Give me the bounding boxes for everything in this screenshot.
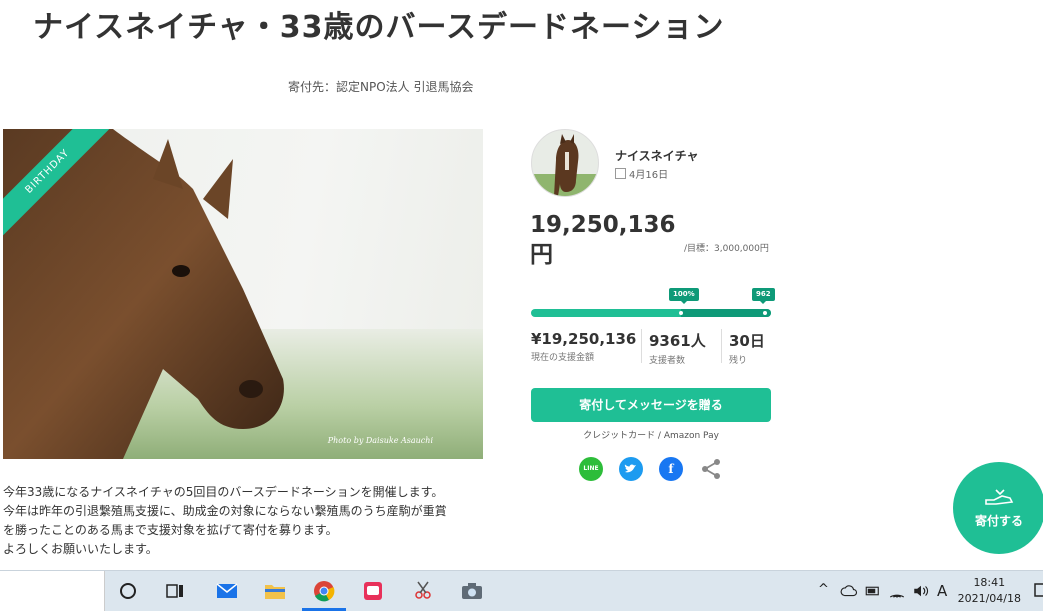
progress-marker-100 — [679, 311, 683, 315]
taskbar-clock[interactable]: 18:41 2021/04/18 — [958, 575, 1021, 607]
stat-amount: ¥19,250,136 現在の支援金額 — [531, 330, 636, 363]
mail-icon[interactable] — [215, 579, 239, 603]
calendar-icon — [615, 168, 626, 179]
description-line: 今年33歳になるナイスネイチャの5回目のバースデードネーションを開催します。 — [3, 485, 444, 499]
hand-heart-icon — [985, 489, 1014, 505]
stat-label: 支援者数 — [649, 356, 686, 366]
page-title: ナイスネイチャ・33歳のバースデードネーション — [33, 10, 725, 45]
clock-time: 18:41 — [973, 576, 1006, 589]
chrome-icon[interactable] — [312, 579, 336, 603]
photo-credit: Photo by Daisuke Asauchi — [327, 436, 433, 445]
show-hidden-icons[interactable]: ^ — [818, 582, 829, 597]
birthday-ribbon: BIRTHDAY — [3, 129, 113, 239]
stat-divider — [721, 329, 722, 363]
description-line: を勝ったことのある馬まで支援対象を拡げて寄付を募ります。 — [3, 523, 338, 537]
project-description: 今年33歳になるナイスネイチャの5回目のバースデードネーションを開催します。 今… — [3, 483, 483, 559]
progress-tag-100: 100% — [669, 288, 699, 304]
stat-value: 9361人 — [649, 332, 706, 350]
line-share-icon[interactable]: LINE — [579, 457, 603, 481]
stat-supporters: 9361人 支援者数 — [649, 330, 706, 366]
owner-name[interactable]: ナイスネイチャ — [615, 147, 699, 164]
stat-value: 30日 — [729, 332, 765, 350]
onedrive-icon[interactable] — [840, 582, 858, 600]
recipient-text: 寄付先：認定NPO法人 引退馬協会 — [288, 80, 474, 94]
windows-taskbar: ^ A 18:41 2021/04/18 — [0, 570, 1043, 611]
volume-icon[interactable] — [912, 582, 930, 600]
description-line: 今年は昨年の引退繋殖馬支援に、助成金の対象にならない繋殖馬のうち産駒が重賞 — [3, 504, 447, 518]
snipping-tool-icon[interactable] — [411, 579, 435, 603]
share-icon[interactable] — [699, 457, 723, 481]
stat-days-left: 30日 残り — [729, 330, 765, 366]
horse-avatar-icon — [532, 134, 598, 196]
owner-date: 4月16日 — [615, 166, 668, 181]
avatar[interactable] — [531, 129, 599, 197]
hero-photo: BIRTHDAY Photo by Daisuke Asauchi — [3, 129, 483, 459]
owner-date-text: 4月16日 — [629, 170, 669, 181]
stat-label: 残り — [729, 356, 748, 366]
notifications-icon[interactable] — [1034, 582, 1043, 600]
progress-tag-percent: 962 — [752, 288, 775, 304]
camera-icon[interactable] — [460, 579, 484, 603]
battery-icon[interactable] — [864, 582, 882, 600]
twitter-share-icon[interactable] — [619, 457, 643, 481]
clock-date: 2021/04/18 — [957, 592, 1021, 605]
progress-bar-overflow — [681, 309, 771, 317]
file-explorer-icon[interactable] — [263, 579, 287, 603]
facebook-share-icon[interactable]: f — [659, 457, 683, 481]
funding-goal: /目標：3,000,000円 — [684, 244, 769, 254]
taskbar-search-box[interactable] — [0, 571, 105, 611]
payment-methods: クレジットカード / Amazon Pay — [583, 431, 719, 441]
wifi-icon[interactable] — [888, 582, 906, 600]
donate-message-button[interactable]: 寄付してメッセージを贈る — [531, 388, 771, 422]
floating-donate-label: 寄付する — [974, 514, 1023, 528]
app-icon[interactable] — [361, 579, 385, 603]
cortana-icon[interactable] — [116, 579, 140, 603]
floating-donate-button[interactable]: 寄付する — [953, 462, 1043, 554]
stat-divider — [641, 329, 642, 363]
ime-indicator[interactable]: A — [937, 582, 947, 600]
description-line: よろしくお願いいたします。 — [3, 542, 158, 556]
task-view-icon[interactable] — [163, 579, 187, 603]
progress-marker-end — [763, 311, 767, 315]
stat-value: ¥19,250,136 — [531, 330, 637, 348]
stat-label: 現在の支援金額 — [531, 353, 595, 363]
funding-amount: 19,250,136円 — [530, 212, 676, 268]
